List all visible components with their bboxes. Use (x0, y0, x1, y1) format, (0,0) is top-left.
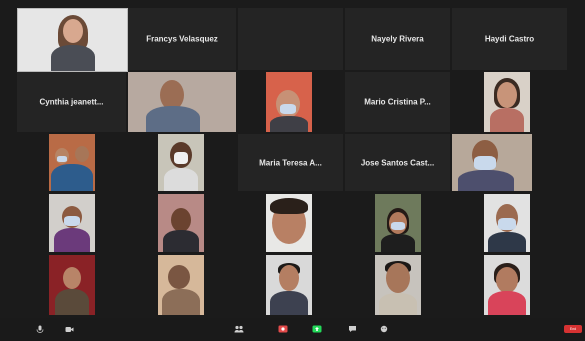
participant-name: Jose Santos Cast... (360, 158, 435, 167)
chat-icon (348, 326, 356, 332)
participant-gallery: Francys Velasquez Nayely Rivera Haydi Ca… (0, 0, 585, 318)
video-tile[interactable] (128, 72, 236, 132)
video-tile[interactable] (452, 134, 532, 191)
video-tile[interactable] (266, 255, 312, 315)
video-tile[interactable] (484, 72, 530, 132)
video-tile[interactable] (484, 255, 530, 315)
video-camera-icon (65, 326, 73, 332)
video-tile[interactable] (375, 255, 421, 315)
reactions-icon (380, 325, 388, 333)
participant-name: Cynthia jeanett... (39, 97, 104, 107)
video-meeting-window: Francys Velasquez Nayely Rivera Haydi Ca… (0, 0, 585, 341)
record-icon (278, 325, 288, 333)
video-tile[interactable] (158, 134, 204, 191)
name-tile-mario[interactable]: Mario Cristina P... (345, 72, 450, 132)
video-tile[interactable] (266, 194, 312, 252)
mute-button[interactable] (33, 322, 47, 336)
participant-name: Haydi Castro (484, 34, 535, 44)
stop-video-button[interactable] (62, 322, 76, 336)
meeting-toolbar: End (0, 318, 585, 341)
name-tile-jose[interactable]: Jose Santos Cast... (345, 134, 450, 191)
video-tile[interactable] (49, 194, 95, 252)
video-tile[interactable] (266, 72, 312, 132)
name-tile-francys[interactable]: Francys Velasquez (128, 8, 236, 70)
participant-name: Mario Cristina P... (364, 97, 431, 107)
participants-button[interactable] (231, 322, 247, 336)
participants-icon (234, 325, 244, 333)
participant-name: Francys Velasquez (146, 34, 218, 44)
empty-tile (238, 8, 343, 70)
end-meeting-button[interactable]: End (564, 325, 582, 333)
share-screen-icon (312, 325, 322, 333)
record-button[interactable] (275, 322, 291, 336)
name-tile-nayely[interactable]: Nayely Rivera (345, 8, 450, 70)
microphone-icon (36, 325, 44, 333)
reactions-button[interactable] (377, 322, 391, 336)
chat-button[interactable] (345, 322, 359, 336)
video-tile[interactable] (49, 134, 95, 191)
video-tile[interactable] (49, 255, 95, 315)
video-tile[interactable] (158, 255, 204, 315)
name-tile-haydi[interactable]: Haydi Castro (452, 8, 567, 70)
video-tile[interactable] (484, 194, 530, 252)
video-tile-host[interactable] (17, 8, 128, 72)
video-tile[interactable] (158, 194, 204, 252)
name-tile-maria-teresa[interactable]: Maria Teresa A... (238, 134, 343, 191)
video-tile[interactable] (375, 194, 421, 252)
name-tile-cynthia[interactable]: Cynthia jeanett... (17, 72, 126, 132)
participant-name: Maria Teresa A... (259, 158, 322, 167)
participant-name: Nayely Rivera (371, 34, 424, 44)
share-screen-button[interactable] (310, 322, 324, 336)
